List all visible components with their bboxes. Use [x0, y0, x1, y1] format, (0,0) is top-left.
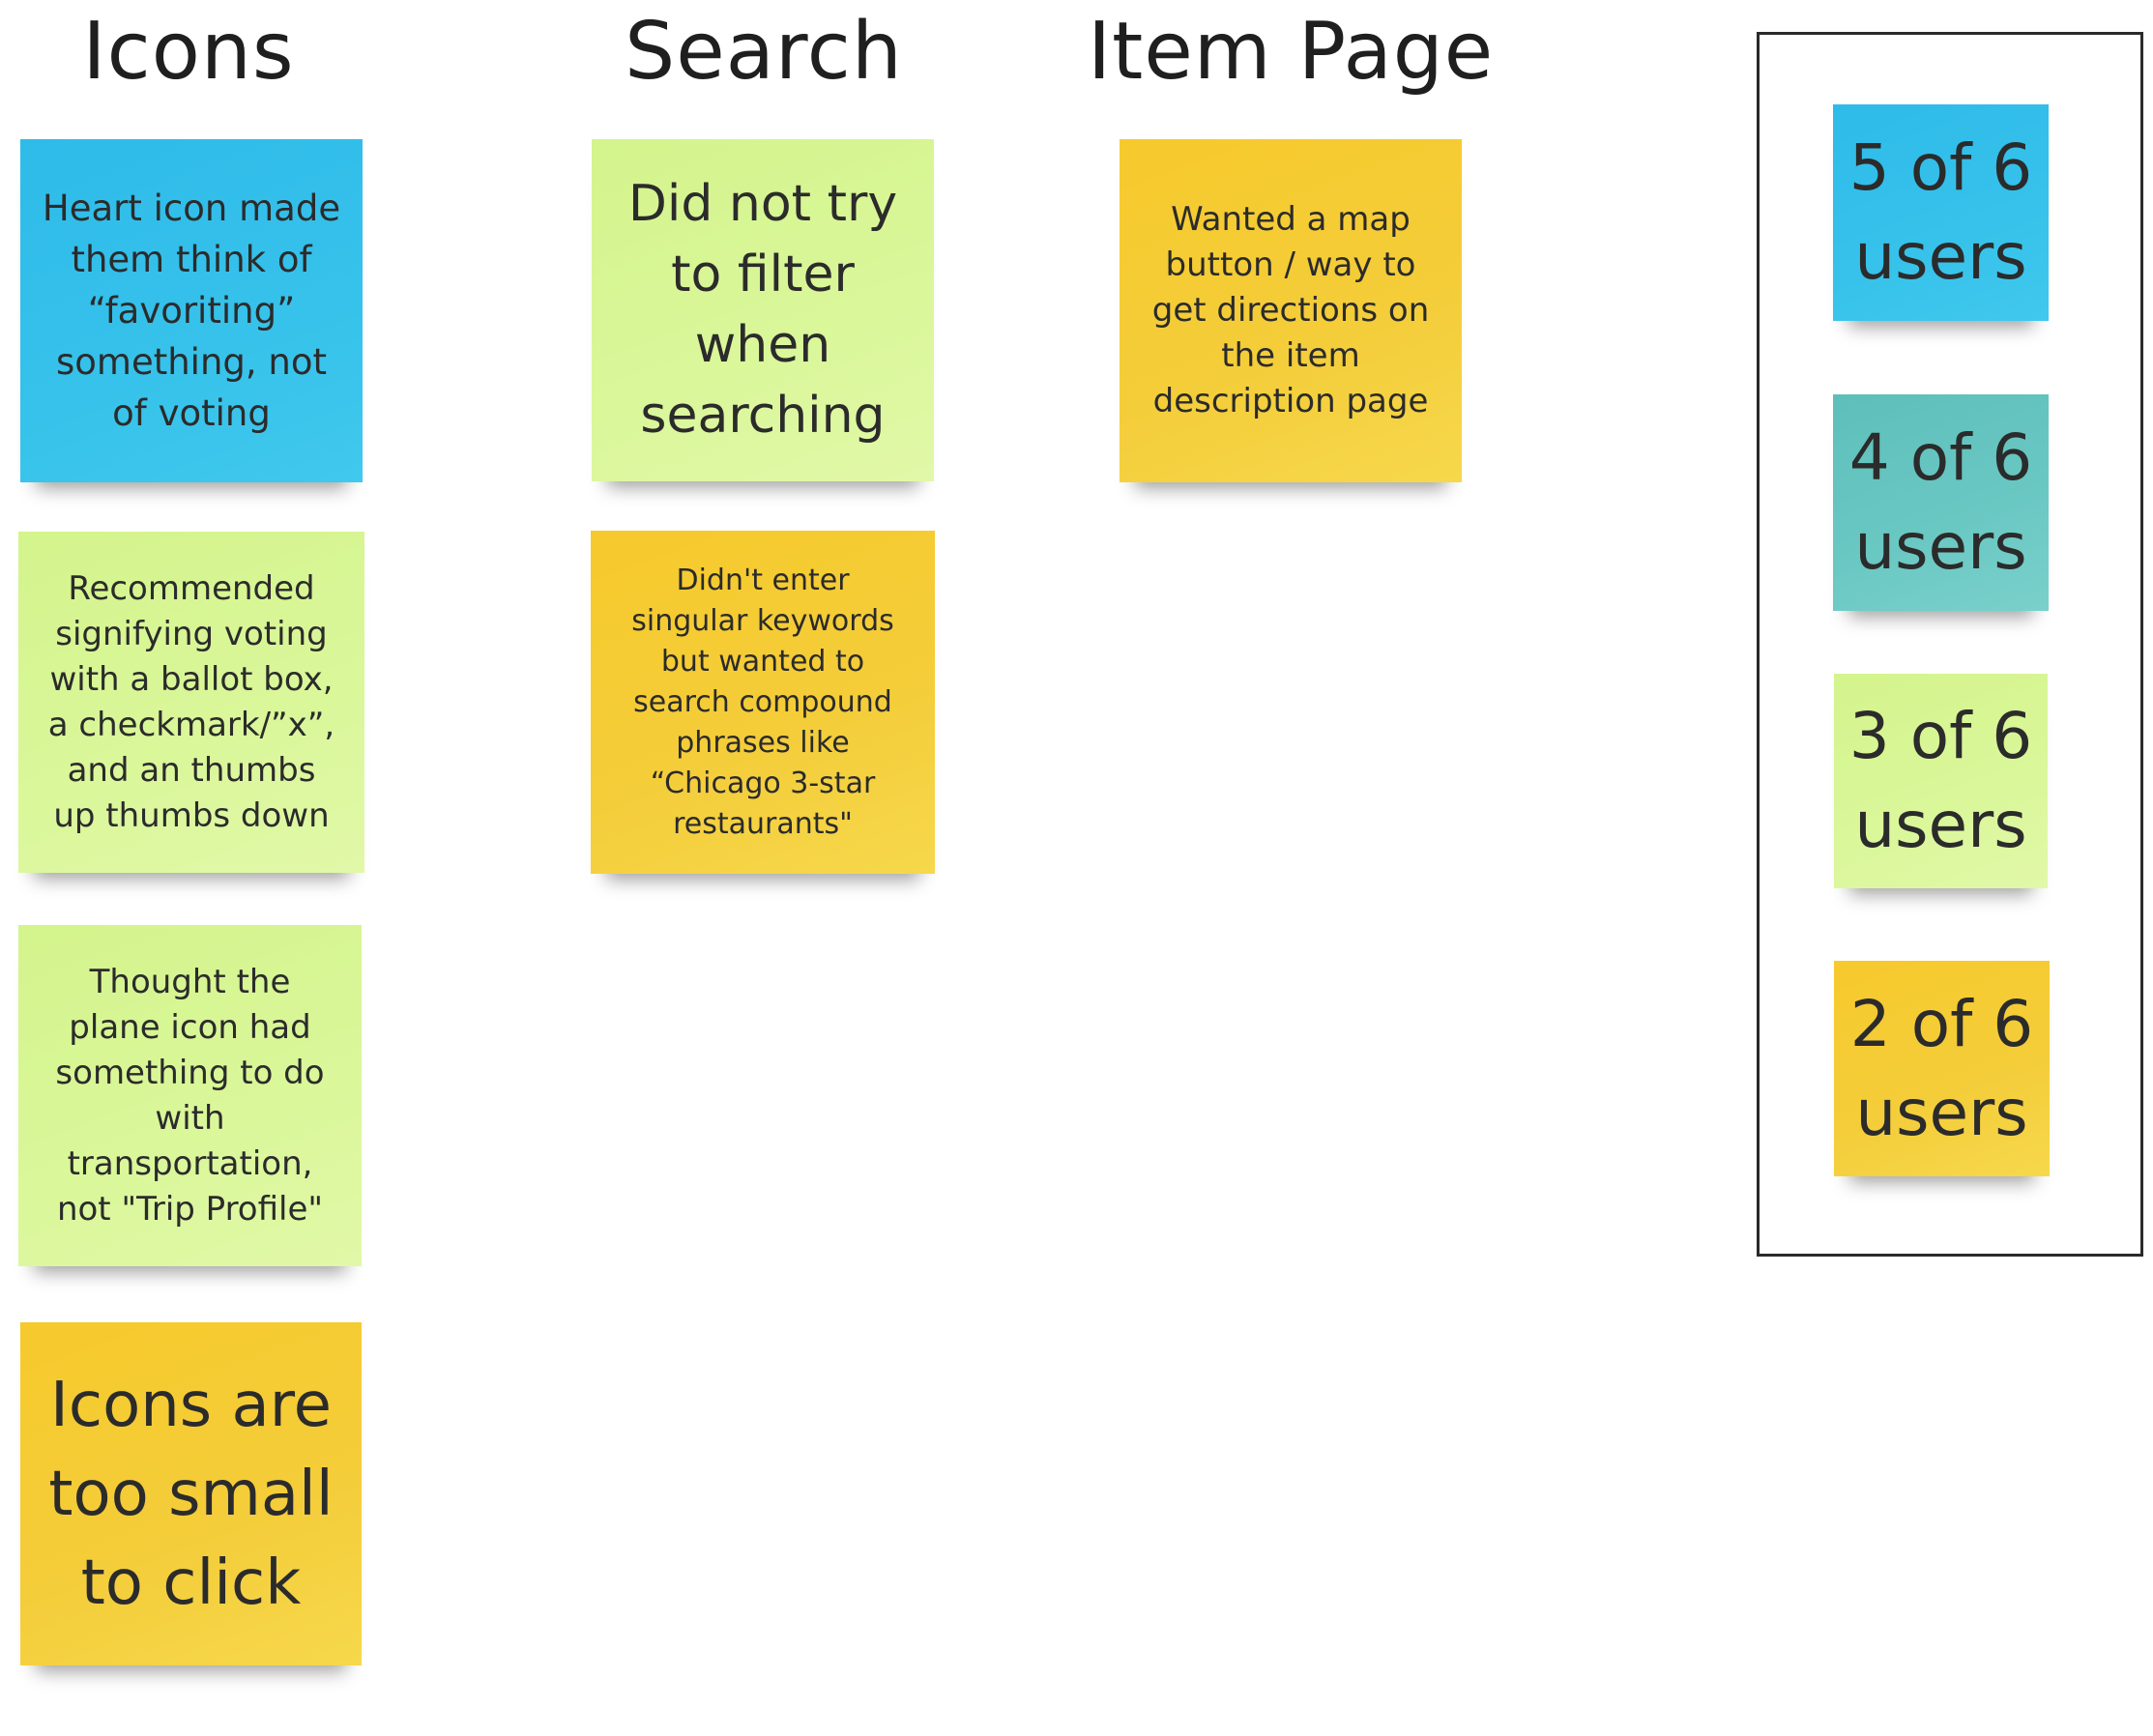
sticky-note-plane-icon[interactable]: Thought the plane icon had something to …: [18, 925, 362, 1266]
sticky-note-text: Didn't enter singular keywords but wante…: [631, 563, 894, 841]
legend-label: 4 of 6 users: [1848, 420, 2033, 584]
legend-note-4-of-6[interactable]: 4 of 6 users: [1833, 394, 2049, 611]
sticky-note-heart-icon[interactable]: Heart icon made them think of “favoritin…: [20, 139, 363, 482]
sticky-note-text: Did not try to filter when searching: [627, 175, 898, 445]
sticky-note-icons-too-small[interactable]: Icons are too small to click: [20, 1322, 362, 1665]
legend-label: 3 of 6 users: [1848, 699, 2033, 862]
legend-label: 5 of 6 users: [1848, 130, 2033, 294]
sticky-note-compound-phrases[interactable]: Didn't enter singular keywords but wante…: [591, 531, 935, 874]
sticky-note-text: Thought the plane icon had something to …: [55, 962, 325, 1229]
legend-note-5-of-6[interactable]: 5 of 6 users: [1833, 104, 2049, 321]
sticky-note-text: Heart icon made them think of “favoritin…: [42, 188, 341, 434]
sticky-note-text: Wanted a map button / way to get directi…: [1151, 200, 1430, 420]
legend-note-2-of-6[interactable]: 2 of 6 users: [1834, 961, 2050, 1176]
column-heading-icons: Icons: [82, 6, 295, 98]
sticky-note-ballot-box[interactable]: Recommended signifying voting with a bal…: [18, 532, 364, 873]
column-heading-search: Search: [625, 6, 903, 98]
sticky-note-map-button[interactable]: Wanted a map button / way to get directi…: [1120, 139, 1462, 482]
column-heading-item-page: Item Page: [1088, 6, 1495, 98]
sticky-note-text: Recommended signifying voting with a bal…: [47, 568, 335, 835]
legend-label: 2 of 6 users: [1849, 986, 2034, 1150]
sticky-note-no-filter[interactable]: Did not try to filter when searching: [592, 139, 934, 481]
sticky-note-text: Icons are too small to click: [48, 1369, 334, 1619]
legend-note-3-of-6[interactable]: 3 of 6 users: [1834, 674, 2048, 888]
